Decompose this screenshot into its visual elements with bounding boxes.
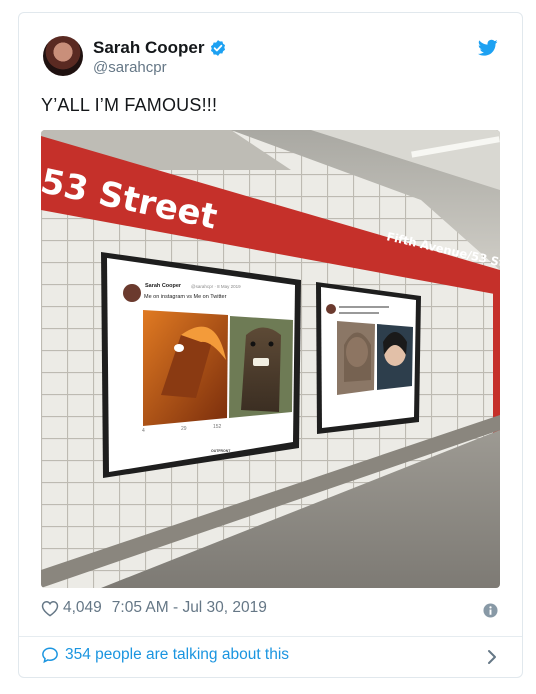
author-avatar[interactable] bbox=[43, 36, 83, 76]
speech-bubble-icon bbox=[42, 647, 58, 664]
poster-stat-like: 152 bbox=[213, 424, 222, 430]
author-handle[interactable]: @sarahcpr bbox=[93, 59, 167, 76]
poster-handle-date: @sarahcpr · 8 May 2019 bbox=[191, 284, 241, 289]
tweet-card: Sarah Cooper @sarahcpr Y’ALL I’M FAMOUS!… bbox=[18, 12, 523, 678]
poster-caption: Me on instagram vs Me on Twitter bbox=[144, 294, 227, 300]
poster-stat-retweet: 29 bbox=[181, 426, 187, 432]
poster-right bbox=[316, 282, 421, 434]
heart-icon bbox=[41, 600, 59, 617]
conversation-link[interactable]: 354 people are talking about this bbox=[41, 646, 289, 664]
footer-divider bbox=[19, 636, 522, 637]
subway-station-photo: 53 Street Fifth Avenue/53 Street Sarah C… bbox=[41, 130, 500, 588]
tweet-text: Y’ALL I’M FAMOUS!!! bbox=[41, 95, 218, 115]
poster-stat-reply: 4 bbox=[142, 428, 145, 434]
poster-footer-mark: OUTFRONT bbox=[211, 449, 231, 453]
like-button[interactable]: 4,049 bbox=[41, 599, 102, 617]
poster-left: Sarah Cooper @sarahcpr · 8 May 2019 Me o… bbox=[101, 252, 301, 478]
author-name-row[interactable]: Sarah Cooper bbox=[93, 38, 227, 58]
conversation-text[interactable]: 354 people are talking about this bbox=[65, 646, 289, 664]
verified-badge-icon bbox=[211, 40, 226, 56]
info-icon[interactable] bbox=[483, 603, 498, 618]
tweet-meta: 4,049 7:05 AM - Jul 30, 2019 bbox=[41, 599, 267, 617]
tweet-timestamp[interactable]: 7:05 AM - Jul 30, 2019 bbox=[112, 599, 267, 617]
like-count: 4,049 bbox=[63, 599, 102, 616]
tweet-photo[interactable]: 53 Street Fifth Avenue/53 Street Sarah C… bbox=[41, 130, 500, 588]
poster-author-name: Sarah Cooper bbox=[145, 283, 182, 289]
twitter-bird-icon[interactable] bbox=[478, 39, 498, 57]
author-name[interactable]: Sarah Cooper bbox=[93, 38, 204, 58]
chevron-right-icon[interactable] bbox=[486, 649, 498, 665]
